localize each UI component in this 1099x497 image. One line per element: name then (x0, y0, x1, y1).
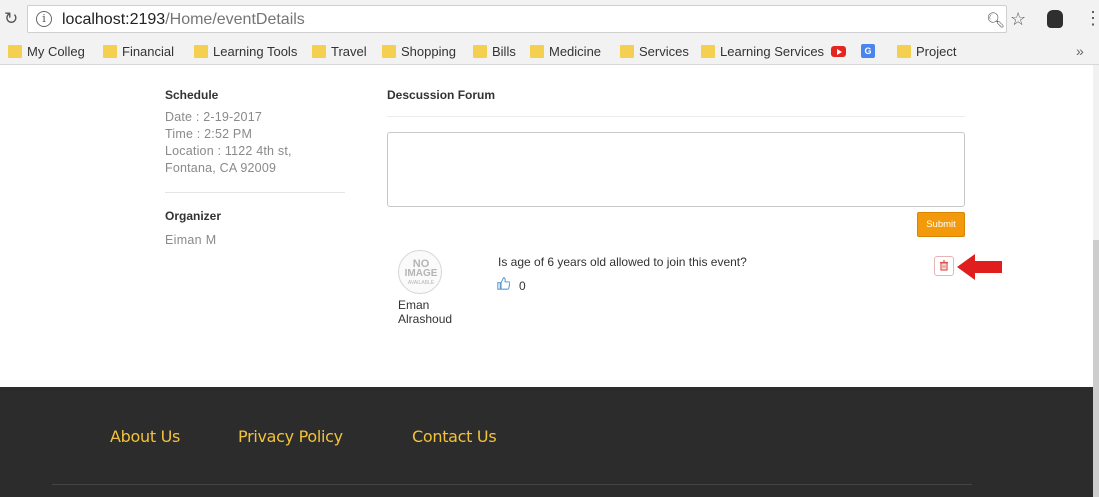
folder-icon (620, 45, 634, 58)
post-author: Eman Alrashoud (398, 298, 452, 326)
bookmark-medicine[interactable]: Medicine (530, 44, 601, 59)
bookmark-bills[interactable]: Bills (473, 44, 516, 59)
trash-icon (940, 260, 948, 271)
schedule-location-line1: Location : 1122 4th st, (165, 144, 292, 158)
bookmark-travel[interactable]: Travel (312, 44, 367, 59)
address-bar[interactable]: i localhost:2193/Home/eventDetails 🔍︎ ☆ (27, 5, 1026, 33)
bookmark-services[interactable]: Services (620, 44, 689, 59)
google-translate-icon[interactable]: G (861, 44, 875, 58)
more-bookmarks-icon[interactable]: » (1076, 43, 1084, 59)
footer-link-about-us[interactable]: About Us (110, 427, 180, 446)
bookmark-project[interactable]: Project (897, 44, 956, 59)
bookmark-star-icon[interactable]: ☆ (1010, 9, 1026, 30)
avatar-text-line2: IMAGE (404, 268, 438, 279)
avatar-text-line3: AVAILABLE (407, 280, 435, 286)
footer-divider (52, 484, 972, 485)
post-author-first: Eman (398, 298, 430, 312)
footer: About Us Privacy Policy Contact Us (0, 387, 1093, 497)
bookmarks-bar: My Colleg Financial Learning Tools Trave… (0, 38, 1099, 65)
reload-icon[interactable]: ↻ (4, 9, 18, 29)
browser-menu-icon[interactable]: ⋮ (1084, 8, 1099, 29)
schedule-time: Time : 2:52 PM (165, 127, 253, 141)
folder-icon (382, 45, 396, 58)
youtube-icon[interactable] (831, 46, 846, 57)
page-scrollbar[interactable] (1093, 65, 1099, 497)
post-question: Is age of 6 years old allowed to join th… (498, 255, 747, 269)
url-text[interactable]: localhost:2193/Home/eventDetails (62, 11, 305, 29)
scrollbar-thumb[interactable] (1093, 240, 1099, 497)
url-path: /Home/eventDetails (165, 11, 305, 28)
folder-icon (194, 45, 208, 58)
schedule-date: Date : 2-19-2017 (165, 110, 263, 124)
bookmark-shopping[interactable]: Shopping (382, 44, 456, 59)
info-icon[interactable]: i (36, 11, 52, 27)
bookmark-learning-tools[interactable]: Learning Tools (194, 44, 297, 59)
folder-icon (530, 45, 544, 58)
submit-button[interactable]: Submit (917, 212, 965, 237)
folder-icon (103, 45, 117, 58)
bookmark-learning-services[interactable]: Learning Services (701, 44, 824, 59)
red-arrow-pointer (957, 254, 1002, 280)
divider (165, 192, 345, 193)
like-count: 0 (519, 279, 526, 293)
folder-icon (8, 45, 22, 58)
schedule-heading: Schedule (165, 88, 219, 102)
organizer-name: Eiman M (165, 233, 217, 247)
delete-button[interactable] (934, 256, 954, 276)
footer-link-contact-us[interactable]: Contact Us (412, 427, 497, 446)
extension-icon[interactable] (1047, 10, 1063, 28)
url-host: localhost:2193 (62, 11, 166, 28)
organizer-heading: Organizer (165, 209, 222, 223)
folder-icon (312, 45, 326, 58)
browser-toolbar: ↻ i localhost:2193/Home/eventDetails 🔍︎ … (0, 0, 1099, 38)
folder-icon (701, 45, 715, 58)
folder-icon (897, 45, 911, 58)
divider (387, 116, 965, 117)
footer-link-privacy-policy[interactable]: Privacy Policy (238, 427, 343, 446)
folder-icon (473, 45, 487, 58)
forum-heading: Descussion Forum (387, 88, 496, 102)
avatar: NO IMAGE AVAILABLE (398, 250, 442, 294)
comment-textarea[interactable] (387, 132, 965, 207)
post-author-last: Alrashoud (398, 312, 453, 326)
schedule-location-line2: Fontana, CA 92009 (165, 161, 277, 175)
zoom-icon[interactable]: 🔍︎ (986, 11, 1005, 29)
bookmark-my-colleg[interactable]: My Colleg (8, 44, 85, 59)
bookmark-financial[interactable]: Financial (103, 44, 174, 59)
like-thumbs-up-icon[interactable] (497, 277, 511, 293)
